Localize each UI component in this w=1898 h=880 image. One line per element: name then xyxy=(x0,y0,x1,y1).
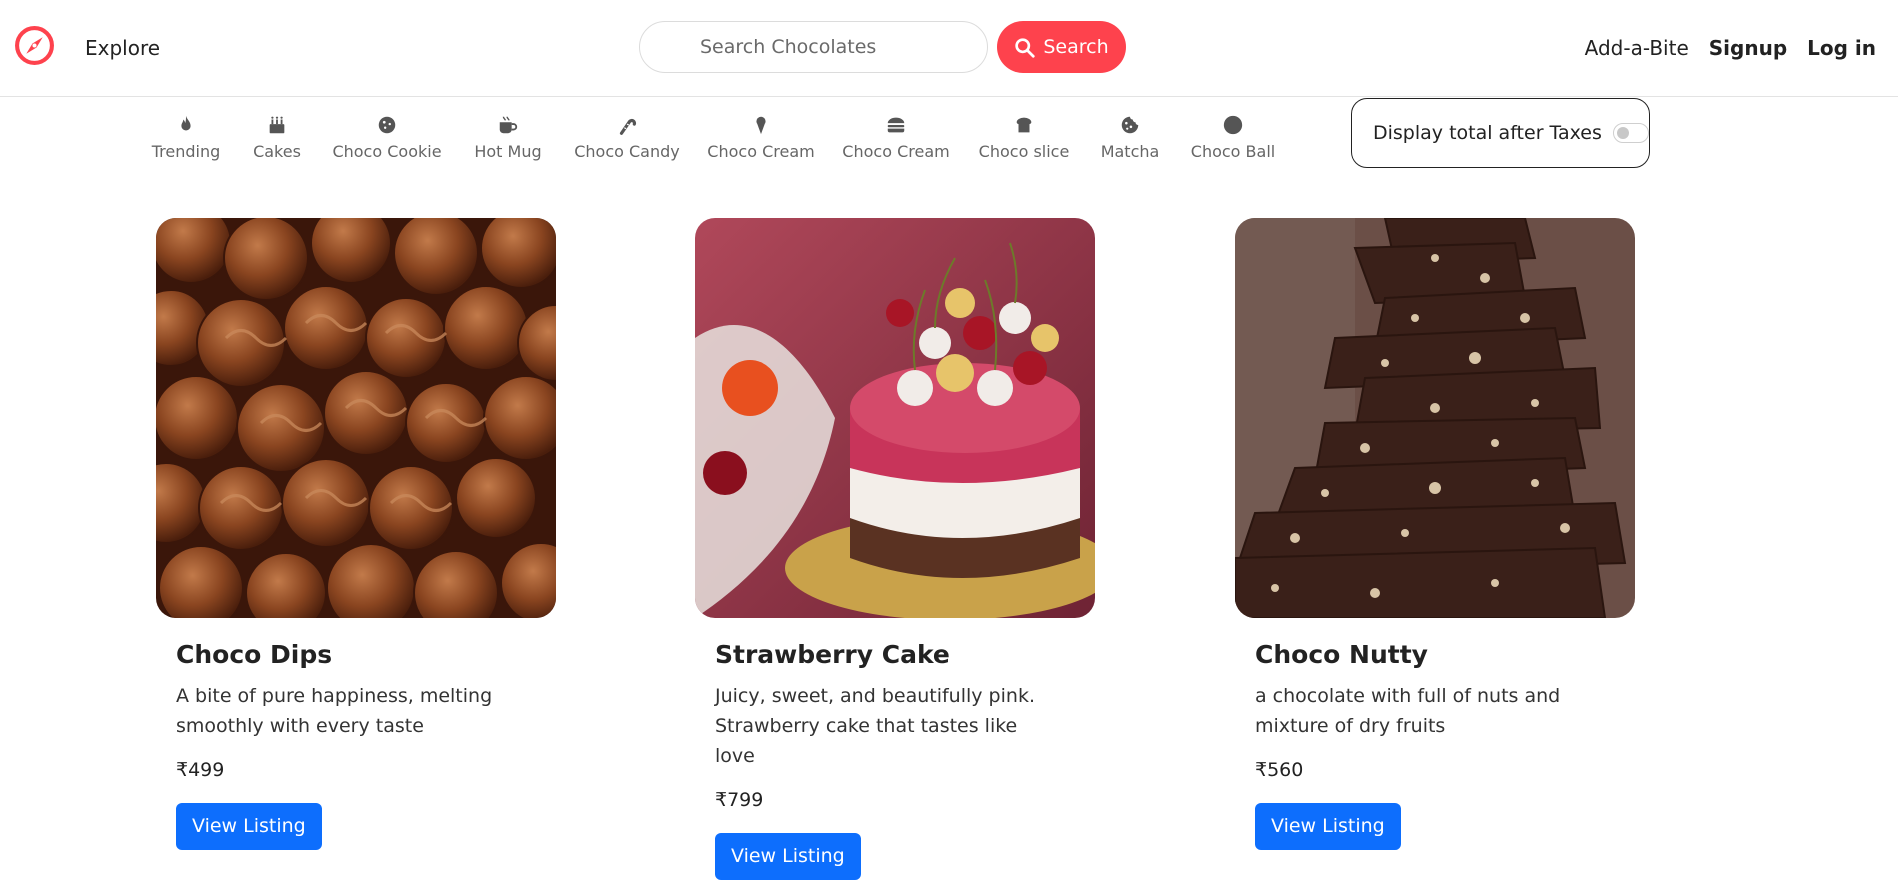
listing-price: ₹799 xyxy=(715,789,764,811)
switch-knob xyxy=(1616,127,1629,139)
navbar: Explore Search Add-a-Bite Signup Log in xyxy=(0,0,1898,97)
cookie-bite-icon xyxy=(1121,116,1139,134)
signup-link[interactable]: Signup xyxy=(1709,36,1787,60)
circle-icon xyxy=(1223,115,1243,135)
candy-cane-icon xyxy=(619,118,637,135)
add-a-bite-link[interactable]: Add-a-Bite xyxy=(1585,36,1689,60)
view-listing-button[interactable]: View Listing xyxy=(176,803,322,850)
filter-choco-candy[interactable]: Choco Candy xyxy=(567,114,687,161)
nut-chocolate-bar-image xyxy=(1235,218,1635,618)
filter-choco-ball[interactable]: Choco Ball xyxy=(1173,114,1293,161)
cookie-icon xyxy=(378,116,396,134)
chocolate-truffles-image xyxy=(156,218,556,618)
filter-label: Matcha xyxy=(1100,142,1160,161)
view-listing-button[interactable]: View Listing xyxy=(1255,803,1401,850)
filter-choco-slice[interactable]: Choco slice xyxy=(964,114,1084,161)
filter-choco-cream[interactable]: Choco Cream xyxy=(701,114,821,161)
filter-cakes[interactable]: Cakes xyxy=(217,114,337,161)
search-button[interactable]: Search xyxy=(997,21,1126,73)
search-icon xyxy=(1015,37,1036,58)
explore-link[interactable]: Explore xyxy=(85,36,160,60)
card-body: Choco Nutty a chocolate with full of nut… xyxy=(1235,640,1635,850)
search-input[interactable] xyxy=(639,21,988,73)
filter-label: Choco Cream xyxy=(842,142,950,161)
filter-label: Choco Candy xyxy=(574,142,680,161)
listing-title: Choco Nutty xyxy=(1255,640,1428,669)
filter-label: Cakes xyxy=(253,142,301,161)
search-button-label: Search xyxy=(1043,36,1109,58)
listing-title: Strawberry Cake xyxy=(715,640,950,669)
bread-slice-icon xyxy=(1016,117,1032,133)
listing-card[interactable]: Choco Dips A bite of pure happiness, mel… xyxy=(156,218,556,850)
view-listing-button[interactable]: View Listing xyxy=(715,833,861,880)
tax-toggle-label: Display total after Taxes xyxy=(1373,122,1602,144)
listing-description: Juicy, sweet, and beautifully pink. Stra… xyxy=(715,685,1035,767)
listing-card[interactable]: Choco Nutty a chocolate with full of nut… xyxy=(1235,218,1635,850)
tax-toggle-panel: Display total after Taxes xyxy=(1351,98,1650,168)
listing-description: A bite of pure happiness, melting smooth… xyxy=(176,685,493,737)
filter-label: Choco Ball xyxy=(1190,142,1276,161)
filter-choco-cream-2[interactable]: Choco Cream xyxy=(836,114,956,161)
listing-card[interactable]: Strawberry Cake Juicy, sweet, and beauti… xyxy=(695,218,1095,880)
listing-title: Choco Dips xyxy=(176,640,333,669)
cake-icon xyxy=(269,116,285,134)
filter-label: Trending xyxy=(151,142,221,161)
tax-toggle-switch[interactable] xyxy=(1612,123,1649,143)
filter-matcha[interactable]: Matcha xyxy=(1070,114,1190,161)
compass-icon[interactable] xyxy=(14,25,55,66)
filter-hot-mug[interactable]: Hot Mug xyxy=(448,114,568,161)
nav-right-links: Add-a-Bite Signup Log in xyxy=(1585,36,1876,60)
filter-label: Choco Cream xyxy=(707,142,815,161)
filter-label: Choco slice xyxy=(978,142,1070,161)
burger-icon xyxy=(887,117,905,133)
cherry-cheesecake-image xyxy=(695,218,1095,618)
filter-choco-cookie[interactable]: Choco Cookie xyxy=(327,114,447,161)
fire-icon xyxy=(181,115,191,131)
listing-price: ₹560 xyxy=(1255,759,1304,781)
login-link[interactable]: Log in xyxy=(1807,36,1876,60)
mug-icon xyxy=(499,116,518,134)
filter-label: Choco Cookie xyxy=(332,142,442,161)
card-body: Choco Dips A bite of pure happiness, mel… xyxy=(156,640,556,850)
listing-price: ₹499 xyxy=(176,759,225,781)
ice-cream-icon xyxy=(756,116,766,135)
filter-label: Hot Mug xyxy=(474,142,542,161)
listing-description: a chocolate with full of nuts and mixtur… xyxy=(1255,685,1561,737)
card-body: Strawberry Cake Juicy, sweet, and beauti… xyxy=(695,640,1095,880)
